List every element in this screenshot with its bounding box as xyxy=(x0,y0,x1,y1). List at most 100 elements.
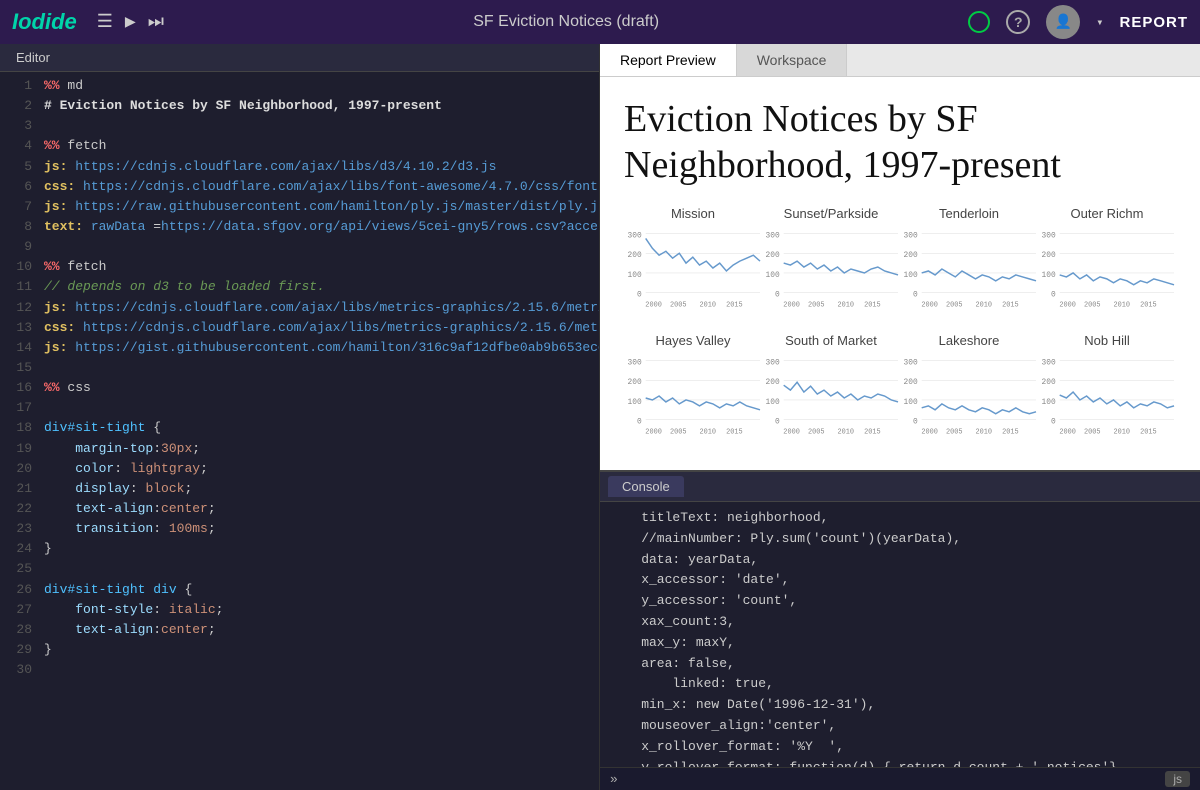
svg-text:200: 200 xyxy=(1042,378,1056,387)
code-line: 1%% md xyxy=(0,76,599,96)
line-number: 14 xyxy=(4,338,32,358)
right-tab-report-preview[interactable]: Report Preview xyxy=(600,44,737,76)
svg-text:200: 200 xyxy=(766,378,780,387)
line-number: 11 xyxy=(4,277,32,297)
svg-text:2005: 2005 xyxy=(808,302,825,310)
chart-svg: 30020010002000200520102015 xyxy=(900,352,1038,452)
code-line: 2# Eviction Notices by SF Neighborhood, … xyxy=(0,96,599,116)
line-content: text-align:center; xyxy=(44,499,595,519)
code-line: 20 color: lightgray; xyxy=(0,459,599,479)
line-content: margin-top:30px; xyxy=(44,439,595,459)
svg-text:2010: 2010 xyxy=(976,302,993,310)
hamburger-icon[interactable]: ☰ xyxy=(97,11,113,33)
avatar[interactable]: 👤 xyxy=(1046,5,1080,39)
svg-text:2005: 2005 xyxy=(670,302,687,310)
report-button[interactable]: REPORT xyxy=(1119,14,1188,31)
code-line: 3 xyxy=(0,116,599,136)
code-line: 22 text-align:center; xyxy=(0,499,599,519)
svg-text:300: 300 xyxy=(904,359,918,368)
console-content[interactable]: titleText: neighborhood, //mainNumber: P… xyxy=(600,502,1200,767)
svg-text:200: 200 xyxy=(904,251,918,260)
chart-label: Nob Hill xyxy=(1038,333,1176,348)
code-line: 10%% fetch xyxy=(0,257,599,277)
svg-text:200: 200 xyxy=(628,251,642,260)
svg-text:2015: 2015 xyxy=(1002,302,1019,310)
svg-text:2010: 2010 xyxy=(1114,302,1131,310)
chart-col: Lakeshore30020010002000200520102015 xyxy=(900,333,1038,452)
svg-text:100: 100 xyxy=(628,271,642,280)
line-content: js: https://cdnjs.cloudflare.com/ajax/li… xyxy=(44,298,599,318)
line-number: 3 xyxy=(4,116,32,136)
line-content: div#sit-tight { xyxy=(44,418,595,438)
svg-text:2015: 2015 xyxy=(726,429,743,437)
svg-text:2000: 2000 xyxy=(1059,302,1076,310)
line-content: js: https://raw.githubusercontent.com/ha… xyxy=(44,197,599,217)
chart-label: South of Market xyxy=(762,333,900,348)
line-number: 17 xyxy=(4,398,32,418)
line-number: 23 xyxy=(4,519,32,539)
editor-pane: Editor 1%% md2# Eviction Notices by SF N… xyxy=(0,44,600,790)
help-button[interactable]: ? xyxy=(1006,10,1030,34)
line-content: display: block; xyxy=(44,479,595,499)
fast-forward-icon[interactable]: ⏭ xyxy=(148,12,164,33)
svg-text:0: 0 xyxy=(775,291,780,300)
svg-text:2015: 2015 xyxy=(864,302,881,310)
svg-text:2010: 2010 xyxy=(700,302,717,310)
console-arrows[interactable]: » xyxy=(610,772,618,787)
svg-text:2010: 2010 xyxy=(976,429,993,437)
chart-col: Mission30020010002000200520102015 xyxy=(624,206,762,325)
chart-svg: 30020010002000200520102015 xyxy=(624,352,762,452)
svg-text:2010: 2010 xyxy=(700,429,717,437)
svg-text:2010: 2010 xyxy=(838,302,855,310)
svg-text:2000: 2000 xyxy=(783,302,800,310)
code-line: 6css: https://cdnjs.cloudflare.com/ajax/… xyxy=(0,177,599,197)
line-number: 7 xyxy=(4,197,32,217)
svg-text:2000: 2000 xyxy=(921,302,938,310)
console-line: area: false, xyxy=(610,654,1190,675)
svg-text:2000: 2000 xyxy=(921,429,938,437)
code-line: 27 font-style: italic; xyxy=(0,600,599,620)
svg-text:300: 300 xyxy=(766,359,780,368)
chart-svg: 30020010002000200520102015 xyxy=(762,225,900,325)
line-content: css: https://cdnjs.cloudflare.com/ajax/l… xyxy=(44,318,599,338)
editor-content[interactable]: 1%% md2# Eviction Notices by SF Neighbor… xyxy=(0,72,599,790)
line-number: 22 xyxy=(4,499,32,519)
code-line: 17 xyxy=(0,398,599,418)
console-tab[interactable]: Console xyxy=(608,476,684,497)
code-line: 13css: https://cdnjs.cloudflare.com/ajax… xyxy=(0,318,599,338)
play-icon[interactable]: ▶ xyxy=(125,11,136,33)
code-line: 24} xyxy=(0,539,599,559)
logo[interactable]: Iodide xyxy=(12,9,77,35)
line-number: 1 xyxy=(4,76,32,96)
svg-text:2015: 2015 xyxy=(1140,429,1157,437)
svg-text:2000: 2000 xyxy=(1059,429,1076,437)
line-content xyxy=(44,116,595,136)
svg-text:2005: 2005 xyxy=(1084,302,1101,310)
right-pane: Report PreviewWorkspace Eviction Notices… xyxy=(600,44,1200,790)
svg-text:0: 0 xyxy=(637,291,642,300)
line-content xyxy=(44,237,595,257)
console-line: x_accessor: 'date', xyxy=(610,570,1190,591)
svg-text:100: 100 xyxy=(1042,398,1056,407)
line-number: 27 xyxy=(4,600,32,620)
svg-text:0: 0 xyxy=(913,418,918,427)
line-number: 16 xyxy=(4,378,32,398)
svg-text:100: 100 xyxy=(766,271,780,280)
code-line: 5js: https://cdnjs.cloudflare.com/ajax/l… xyxy=(0,157,599,177)
right-tab-workspace[interactable]: Workspace xyxy=(737,44,848,76)
chevron-down-icon[interactable]: ▾ xyxy=(1096,15,1103,30)
report-title: Eviction Notices by SF Neighborhood, 199… xyxy=(624,97,1176,188)
code-line: 16%% css xyxy=(0,378,599,398)
line-number: 19 xyxy=(4,439,32,459)
chart-label: Sunset/Parkside xyxy=(762,206,900,221)
line-content: text-align:center; xyxy=(44,620,595,640)
svg-text:300: 300 xyxy=(766,232,780,241)
code-line: 9 xyxy=(0,237,599,257)
svg-text:0: 0 xyxy=(775,418,780,427)
line-number: 26 xyxy=(4,580,32,600)
line-number: 18 xyxy=(4,418,32,438)
code-line: 28 text-align:center; xyxy=(0,620,599,640)
line-number: 28 xyxy=(4,620,32,640)
line-number: 24 xyxy=(4,539,32,559)
line-content: js: https://gist.githubusercontent.com/h… xyxy=(44,338,599,358)
